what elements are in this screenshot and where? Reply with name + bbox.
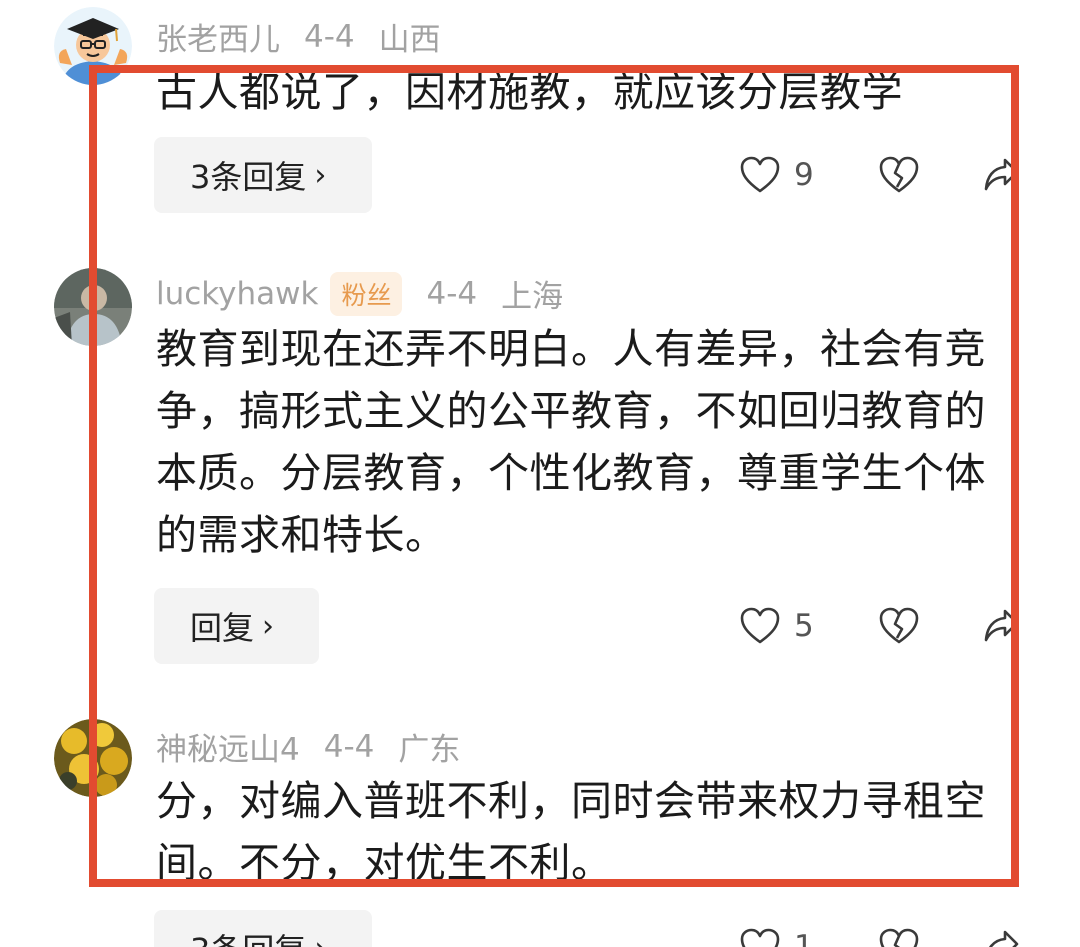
view-replies-button[interactable]: 3条回复 › xyxy=(154,910,372,947)
heart-icon xyxy=(740,607,780,644)
comment-location: 广东 xyxy=(398,732,461,768)
comment-text: 教育到现在还弄不明白。人有差异，社会有竞争，搞形式主义的公平教育，不如回归教育的… xyxy=(156,325,986,559)
like-button[interactable]: 5 xyxy=(740,607,814,645)
chevron-right-icon: › xyxy=(314,931,326,947)
chevron-right-icon: › xyxy=(262,608,275,644)
dislike-button[interactable] xyxy=(879,607,919,645)
photo-avatar-icon xyxy=(54,268,132,346)
username[interactable]: 神秘远山4 xyxy=(156,724,300,769)
chevron-right-icon: › xyxy=(314,157,327,193)
like-button[interactable]: 9 xyxy=(740,156,814,194)
flower-photo-avatar-icon xyxy=(54,719,132,797)
avatar[interactable] xyxy=(54,719,132,797)
comment-meta: 神秘远山4 4-4 广东 xyxy=(156,724,460,769)
reply-label: 3条回复 xyxy=(190,925,306,947)
comment-meta: luckyhawk 粉丝 4-4 上海 xyxy=(156,271,563,316)
broken-heart-icon xyxy=(879,607,919,644)
comment-location: 上海 xyxy=(501,279,564,315)
like-count: 9 xyxy=(794,157,814,193)
share-arrow-icon xyxy=(989,930,1019,947)
heart-icon xyxy=(740,156,780,193)
comment-section: 张老西儿 4-4 山西 古人都说了，因材施教，就应该分层教学 3条回复 › 9 xyxy=(0,0,1080,947)
share-button[interactable] xyxy=(983,156,1019,194)
like-button[interactable]: 1 xyxy=(740,928,814,947)
share-arrow-icon xyxy=(984,158,1019,191)
dislike-button[interactable] xyxy=(879,928,919,947)
like-count: 1 xyxy=(794,929,814,947)
cartoon-graduate-avatar-icon xyxy=(54,7,132,85)
reply-label: 回复 xyxy=(190,609,255,647)
like-count: 5 xyxy=(794,608,814,644)
heart-icon xyxy=(740,928,780,947)
comment-date: 4-4 xyxy=(323,728,375,765)
share-button[interactable] xyxy=(983,607,1019,645)
view-replies-button[interactable]: 3条回复 › xyxy=(154,137,372,213)
avatar[interactable] xyxy=(54,7,132,85)
avatar[interactable] xyxy=(54,268,132,346)
reply-label: 3条回复 xyxy=(190,158,307,196)
comment-meta: 张老西儿 4-4 山西 xyxy=(156,14,441,59)
reply-button[interactable]: 回复 › xyxy=(154,588,319,664)
comment-location: 山西 xyxy=(378,22,441,58)
dislike-button[interactable] xyxy=(879,156,919,194)
broken-heart-icon xyxy=(879,928,919,947)
comment-text: 分，对编入普班不利，同时会带来权力寻租空间。不分，对优生不利。 xyxy=(156,777,986,887)
fan-badge: 粉丝 xyxy=(330,271,403,316)
username[interactable]: luckyhawk xyxy=(156,276,318,312)
share-arrow-icon xyxy=(984,609,1019,642)
comment-date: 4-4 xyxy=(304,18,355,55)
broken-heart-icon xyxy=(879,156,919,193)
comment-text: 古人都说了，因材施教，就应该分层教学 xyxy=(156,68,903,116)
share-button[interactable] xyxy=(983,928,1019,947)
comment-date: 4-4 xyxy=(426,275,478,312)
username[interactable]: 张老西儿 xyxy=(156,14,280,59)
